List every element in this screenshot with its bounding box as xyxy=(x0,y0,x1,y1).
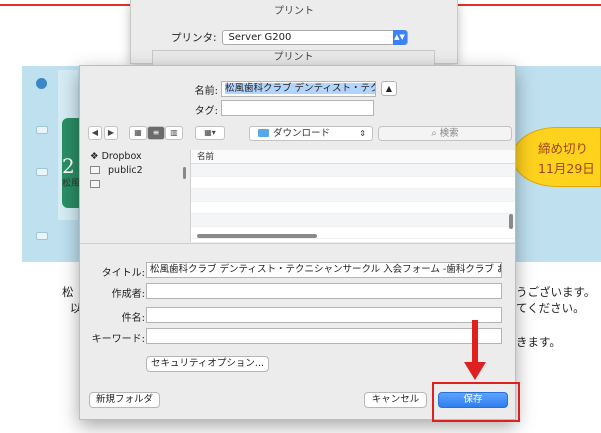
sidebar: ❖ Dropbox public2 xyxy=(86,150,188,242)
list-item[interactable] xyxy=(191,202,515,214)
deadline-label: 締め切り xyxy=(538,141,589,156)
name-label: 名前: xyxy=(194,86,218,97)
page-text: うございます。 xyxy=(516,285,596,299)
chevron-right-icon: ▶ xyxy=(107,128,115,137)
list-icon: ≡ xyxy=(152,128,160,137)
vertical-scrollbar[interactable] xyxy=(509,214,513,229)
thumbnail-icon xyxy=(36,232,48,240)
cancel-button[interactable]: キャンセル xyxy=(364,392,427,408)
divider xyxy=(80,243,515,244)
print-sheet-secondary: プリント xyxy=(152,50,435,66)
select-arrows-icon: ⇕ xyxy=(359,129,366,138)
select-arrows-icon: ▲▼ xyxy=(392,30,407,45)
print-sheet-secondary-title: プリント xyxy=(273,52,314,63)
sidebar-item-folder[interactable] xyxy=(86,178,188,192)
title-label: タイトル: xyxy=(101,268,145,279)
sidebar-item-dropbox[interactable]: ❖ Dropbox xyxy=(86,150,188,164)
icon-view-button[interactable]: ▦ xyxy=(129,126,147,140)
tags-label: タグ: xyxy=(194,106,218,117)
save-dialog: 名前: 松風歯科クラブ デンティスト・テクニシャン ▲ タグ: ◀ ▶ ▦ ≡ … xyxy=(79,65,516,420)
grid-icon: ▦ xyxy=(134,128,142,137)
print-sheet-title: プリント xyxy=(274,6,314,17)
author-field[interactable] xyxy=(146,283,502,299)
annotation-arrow-icon xyxy=(464,362,486,380)
list-view-button[interactable]: ≡ xyxy=(147,126,165,140)
sidebar-item-public2[interactable]: public2 xyxy=(86,164,188,178)
app-logo-icon xyxy=(36,78,47,89)
list-item[interactable] xyxy=(191,189,515,202)
search-input[interactable]: ⌕ 検索 xyxy=(378,126,512,141)
location-select[interactable]: ダウンロード ⇕ xyxy=(249,126,373,141)
security-options-button[interactable]: セキュリティオプション... xyxy=(146,356,269,372)
forward-button[interactable]: ▶ xyxy=(104,126,118,140)
location-value: ダウンロード xyxy=(273,128,331,139)
group-icon: ▦▾ xyxy=(204,128,216,137)
tags-field[interactable] xyxy=(221,100,374,116)
keywords-field[interactable] xyxy=(146,328,502,344)
sidebar-item-label: public2 xyxy=(108,165,143,176)
author-label: 作成者: xyxy=(111,289,145,300)
page-text: きます。 xyxy=(516,335,561,349)
list-item[interactable] xyxy=(191,214,515,227)
folder-icon xyxy=(90,180,100,188)
file-list: 名前 xyxy=(190,150,515,242)
banner-number: 2 xyxy=(62,154,75,178)
keywords-label: キーワード: xyxy=(91,334,145,345)
file-list-header[interactable]: 名前 xyxy=(191,150,515,164)
thumbnail-icon xyxy=(36,168,48,176)
printer-label: プリンタ: xyxy=(171,32,217,44)
dropbox-icon: ❖ xyxy=(90,151,99,162)
list-item[interactable] xyxy=(191,164,515,177)
new-folder-button[interactable]: 新規フォルダ xyxy=(89,392,160,408)
chevron-left-icon: ◀ xyxy=(91,128,99,137)
sidebar-scrollbar[interactable] xyxy=(183,167,186,179)
printer-row: プリンタ: Server G200 ▲▼ xyxy=(171,30,408,45)
subject-field[interactable] xyxy=(146,307,502,323)
columns-icon: ▥ xyxy=(170,128,178,137)
annotation-highlight-box xyxy=(432,382,520,422)
subject-label: 件名: xyxy=(121,313,145,324)
annotation-arrow-shaft xyxy=(472,320,478,364)
folder-icon xyxy=(90,166,100,174)
column-view-button[interactable]: ▥ xyxy=(165,126,183,140)
list-item[interactable] xyxy=(191,177,515,189)
page-text: 松 xyxy=(62,285,74,299)
deadline-date: 11月29日 xyxy=(538,161,595,176)
banner-club-text: 松風 xyxy=(62,179,81,189)
horizontal-scrollbar[interactable] xyxy=(197,234,317,238)
title-value: 松風歯科クラブ デンティスト・テクニシャンサークル 入会フォーム -歯科クラブ … xyxy=(150,264,502,275)
title-field[interactable]: 松風歯科クラブ デンティスト・テクニシャンサークル 入会フォーム -歯科クラブ … xyxy=(146,262,502,278)
thumbnail-icon xyxy=(36,126,48,134)
group-button[interactable]: ▦▾ xyxy=(195,126,225,140)
back-button[interactable]: ◀ xyxy=(88,126,102,140)
sidebar-item-label: Dropbox xyxy=(101,151,142,162)
name-value: 松風歯科クラブ デンティスト・テクニシャン xyxy=(225,83,375,94)
deadline-bubble xyxy=(512,127,601,187)
printer-select[interactable]: Server G200 ▲▼ xyxy=(221,30,408,45)
printer-value: Server G200 xyxy=(228,32,292,43)
chevron-up-icon: ▲ xyxy=(385,84,393,93)
expand-button[interactable]: ▲ xyxy=(381,81,397,96)
name-field[interactable]: 松風歯科クラブ デンティスト・テクニシャン xyxy=(221,81,376,97)
page-text: てください。 xyxy=(516,301,585,315)
folder-icon xyxy=(258,129,269,137)
search-placeholder: 検索 xyxy=(439,128,459,139)
search-icon: ⌕ xyxy=(431,128,437,139)
